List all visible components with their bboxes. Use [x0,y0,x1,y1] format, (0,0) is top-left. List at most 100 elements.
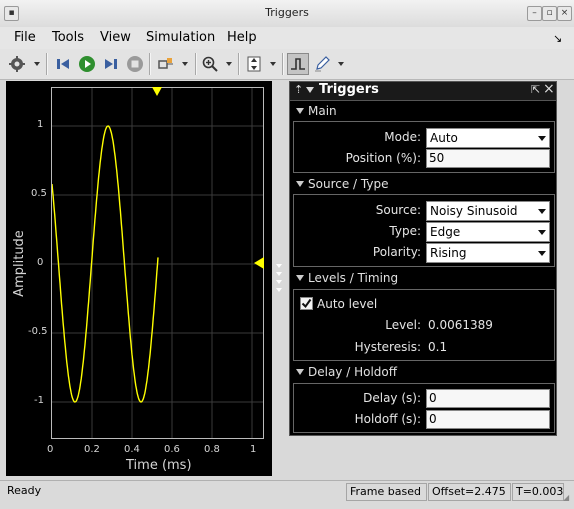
step-back-icon[interactable] [52,53,74,75]
x-axis-label: Time (ms) [126,458,192,473]
trigger-position-marker[interactable] [150,87,164,97]
frame-mode-status: Frame based [346,483,427,501]
checkmark-icon [301,298,312,309]
chevron-down-icon [538,136,546,141]
triggers-panel-title: Triggers [319,82,379,97]
close-button[interactable]: × [557,6,572,21]
close-panel-icon[interactable]: × [543,81,555,97]
pin-icon[interactable]: ⇡ [294,83,303,96]
position-field[interactable]: 50 [426,149,550,168]
edit-dropdown-arrow-icon[interactable] [338,62,344,66]
delay-field[interactable]: 0 [426,389,550,408]
window-title: Triggers [265,6,309,19]
menu-view[interactable]: View [100,30,131,45]
hysteresis-label: Hysteresis: [354,340,421,354]
toolbar-separator [238,53,240,75]
toolbar-separator [46,53,48,75]
menu-bar: File Tools View Simulation Help ↘ [0,27,574,49]
triggers-icon[interactable] [287,53,309,75]
step-forward-icon[interactable] [100,53,122,75]
source-label: Source: [375,203,421,217]
section-main-title: Main [308,104,337,118]
status-text: Ready [7,484,42,497]
type-value: Edge [430,225,461,239]
time-status: T=0.003 [512,483,564,501]
collapse-section-icon [296,369,304,375]
x-tick-label: 0.4 [124,444,140,455]
mode-dropdown[interactable]: Auto [426,128,550,148]
holdoff-field[interactable]: 0 [426,410,550,429]
x-tick-label: 1 [250,444,257,455]
highlight-dropdown-arrow-icon[interactable] [182,62,188,66]
zoom-in-icon[interactable] [199,53,221,75]
y-tick-label: -0.5 [28,326,48,337]
source-dropdown[interactable]: Noisy Sinusoid [426,201,550,221]
x-tick-label: 0.6 [164,444,180,455]
scale-dropdown-arrow-icon[interactable] [270,62,276,66]
edit-pencil-icon[interactable] [311,53,333,75]
section-delay-holdoff-header[interactable]: Delay / Holdoff [296,365,397,379]
menu-help[interactable]: Help [227,30,257,45]
auto-level-checkbox[interactable] [300,297,313,310]
section-levels-timing-header[interactable]: Levels / Timing [296,271,398,285]
chevron-down-icon [538,251,546,256]
toolbar-separator [149,53,151,75]
settings-gear-icon[interactable] [6,53,28,75]
trigger-level-marker[interactable] [253,257,265,270]
menu-file[interactable]: File [14,30,36,45]
section-levels-timing-title: Levels / Timing [308,271,399,285]
zoom-dropdown-arrow-icon[interactable] [226,62,232,66]
settings-dropdown-arrow-icon[interactable] [34,62,40,66]
mode-label: Mode: [384,130,421,144]
stop-icon[interactable] [124,53,146,75]
minimize-button[interactable]: – [527,6,542,21]
auto-level-label[interactable]: Auto level [317,297,377,311]
undock-panel-icon[interactable]: ⇱ [531,83,540,96]
hysteresis-value: 0.1 [428,340,448,354]
y-tick-label: 1 [37,119,44,130]
waveform-plot [52,88,263,438]
menu-tools[interactable]: Tools [52,30,84,45]
section-source-type-title: Source / Type [308,177,389,191]
offset-status: Offset=2.475 [428,483,511,501]
x-tick-label: 0.2 [84,444,100,455]
delay-label: Delay (s): [363,391,421,405]
triggers-panel-header: ⇡ Triggers ⇱ × [290,81,556,101]
scale-axes-icon[interactable] [243,53,265,75]
undock-icon[interactable]: ↘ [553,32,562,45]
title-bar: ▪ Triggers – ▫ × [0,0,574,28]
menu-simulation[interactable]: Simulation [146,30,215,45]
section-source-type-header[interactable]: Source / Type [296,177,388,191]
panel-splitter-handle[interactable] [274,262,284,298]
section-main-header[interactable]: Main [296,104,337,118]
collapse-panel-icon[interactable] [306,87,314,93]
y-axis-label: Amplitude [11,230,27,297]
holdoff-label: Holdoff (s): [354,412,421,426]
run-icon[interactable] [76,53,98,75]
polarity-value: Rising [430,246,467,260]
highlight-block-icon[interactable] [155,53,177,75]
toolbar [0,49,574,80]
status-bar: Ready Frame based Offset=2.475 T=0.003 ◢ [0,480,574,509]
maximize-button[interactable]: ▫ [542,6,557,21]
y-tick-label: 0.5 [31,188,47,199]
plot-axes[interactable] [51,87,264,439]
chevron-down-icon [538,230,546,235]
mode-value: Auto [430,131,458,145]
section-delay-holdoff-title: Delay / Holdoff [308,365,398,379]
level-label: Level: [385,318,421,332]
collapse-section-icon [296,108,304,114]
polarity-dropdown[interactable]: Rising [426,243,550,263]
type-dropdown[interactable]: Edge [426,222,550,242]
x-tick-label: 0.8 [204,444,220,455]
source-value: Noisy Sinusoid [430,204,518,218]
y-tick-label: -1 [34,395,44,406]
collapse-section-icon [296,181,304,187]
y-tick-label: 0 [37,257,44,268]
resize-grip-icon[interactable]: ◢ [563,493,569,502]
level-value: 0.0061389 [428,318,493,332]
toolbar-separator [282,53,284,75]
toolbar-separator [195,53,197,75]
type-label: Type: [389,224,421,238]
position-label: Position (%): [345,151,421,165]
